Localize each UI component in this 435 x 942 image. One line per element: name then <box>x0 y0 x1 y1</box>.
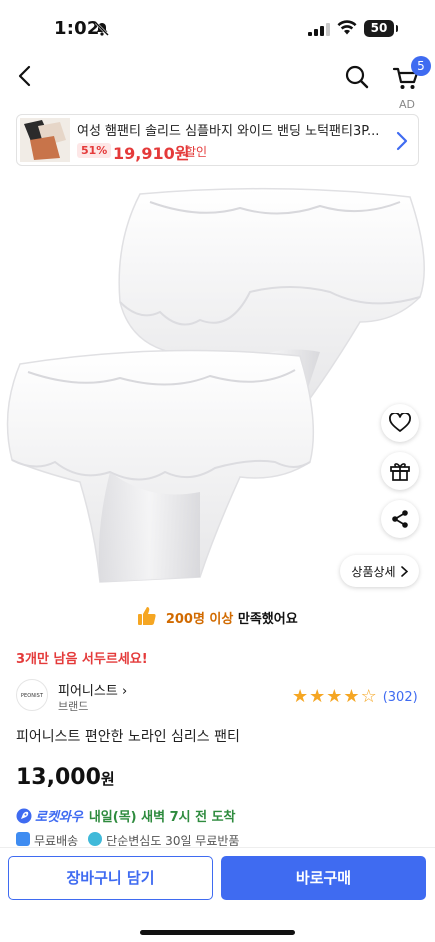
share-icon <box>392 510 408 528</box>
buy-now-button[interactable]: 바로구매 <box>221 856 426 900</box>
satisfaction-banner: 200명 이상 만족했어요 <box>0 606 435 627</box>
rocket-icon <box>16 808 32 823</box>
thumbs-up-icon <box>138 607 156 625</box>
ad-banner[interactable]: 여성 햄팬티 솔리드 심플바지 와이드 밴딩 노턱팬티3P... 51% 19,… <box>16 114 419 166</box>
rocket-wow-label: 로켓와우 <box>35 810 83 825</box>
delivery-info: 로켓와우 내일(목) 새벽 7시 전 도착 <box>16 806 236 825</box>
product-title: 피어니스트 편안한 노라인 심리스 팬티 <box>16 729 240 745</box>
brand-name-link[interactable]: 피어니스트 › <box>58 680 127 699</box>
signal-icon <box>308 23 330 36</box>
add-to-cart-button[interactable]: 장바구니 담기 <box>8 856 213 900</box>
free-returns: 단순변심도 30일 무료반품 <box>106 834 240 846</box>
return-icon <box>88 832 103 846</box>
wifi-icon <box>337 20 357 35</box>
gift-button[interactable] <box>381 452 419 490</box>
gift-icon <box>390 463 410 481</box>
heart-icon <box>389 413 411 432</box>
bell-muted-icon <box>95 22 109 36</box>
rating[interactable]: ★ ★ ★ ★ ☆ (302) <box>292 688 418 706</box>
shipping-info: 무료배송 단순변심도 30일 무료반품 <box>16 832 239 846</box>
product-detail-button[interactable]: 상품상세 <box>340 555 419 587</box>
star-icon: ★ <box>343 686 360 707</box>
home-indicator <box>140 930 295 935</box>
status-time: 1:02 <box>54 18 100 39</box>
search-icon[interactable] <box>344 64 370 90</box>
stock-warning: 3개만 남음 서두르세요! <box>16 652 148 667</box>
star-icon: ★ <box>309 686 326 707</box>
star-icon: ★ <box>292 686 309 707</box>
battery-indicator: 50 <box>364 20 398 37</box>
ad-thumbnail <box>20 118 70 162</box>
back-arrow-icon[interactable] <box>14 64 38 88</box>
product-detail-label: 상품상세 <box>351 564 396 579</box>
cart-count-badge: 5 <box>411 56 431 76</box>
star-empty-icon: ☆ <box>360 686 377 707</box>
truck-icon <box>16 832 30 846</box>
share-button[interactable] <box>381 500 419 538</box>
satisfaction-count: 200명 이상 <box>165 612 234 627</box>
wishlist-button[interactable] <box>381 404 419 442</box>
satisfaction-suffix: 만족했어요 <box>237 612 298 627</box>
chevron-right-icon <box>400 565 408 577</box>
brand-logo[interactable]: PEONIST <box>16 679 48 711</box>
free-shipping: 무료배송 <box>34 834 79 846</box>
star-icon: ★ <box>326 686 343 707</box>
product-price: 13,000원 <box>16 765 115 790</box>
status-bar: 1:02 50 <box>0 0 435 58</box>
product-image[interactable] <box>0 172 435 602</box>
ad-title: 여성 햄팬티 솔리드 심플바지 와이드 밴딩 노턱팬티3P... <box>77 124 380 139</box>
chevron-right-icon: › <box>117 684 128 699</box>
ad-label: AD <box>399 98 415 111</box>
ad-discount-badge: 51% <box>77 143 112 158</box>
bottom-action-bar: 장바구니 담기 바로구매 <box>0 847 435 942</box>
brand-name: 피어니스트 <box>58 684 118 699</box>
delivery-estimate: 내일(목) 새벽 7시 전 도착 <box>88 810 236 825</box>
price-value: 13,000 <box>16 765 101 790</box>
review-count: (302) <box>382 689 418 705</box>
chevron-right-icon <box>396 131 408 151</box>
brand-tag: 브랜드 <box>58 700 89 713</box>
ad-sale-label: 할인 <box>185 145 208 159</box>
ad-price: 19,910원 <box>113 144 190 163</box>
price-unit: 원 <box>100 770 115 788</box>
